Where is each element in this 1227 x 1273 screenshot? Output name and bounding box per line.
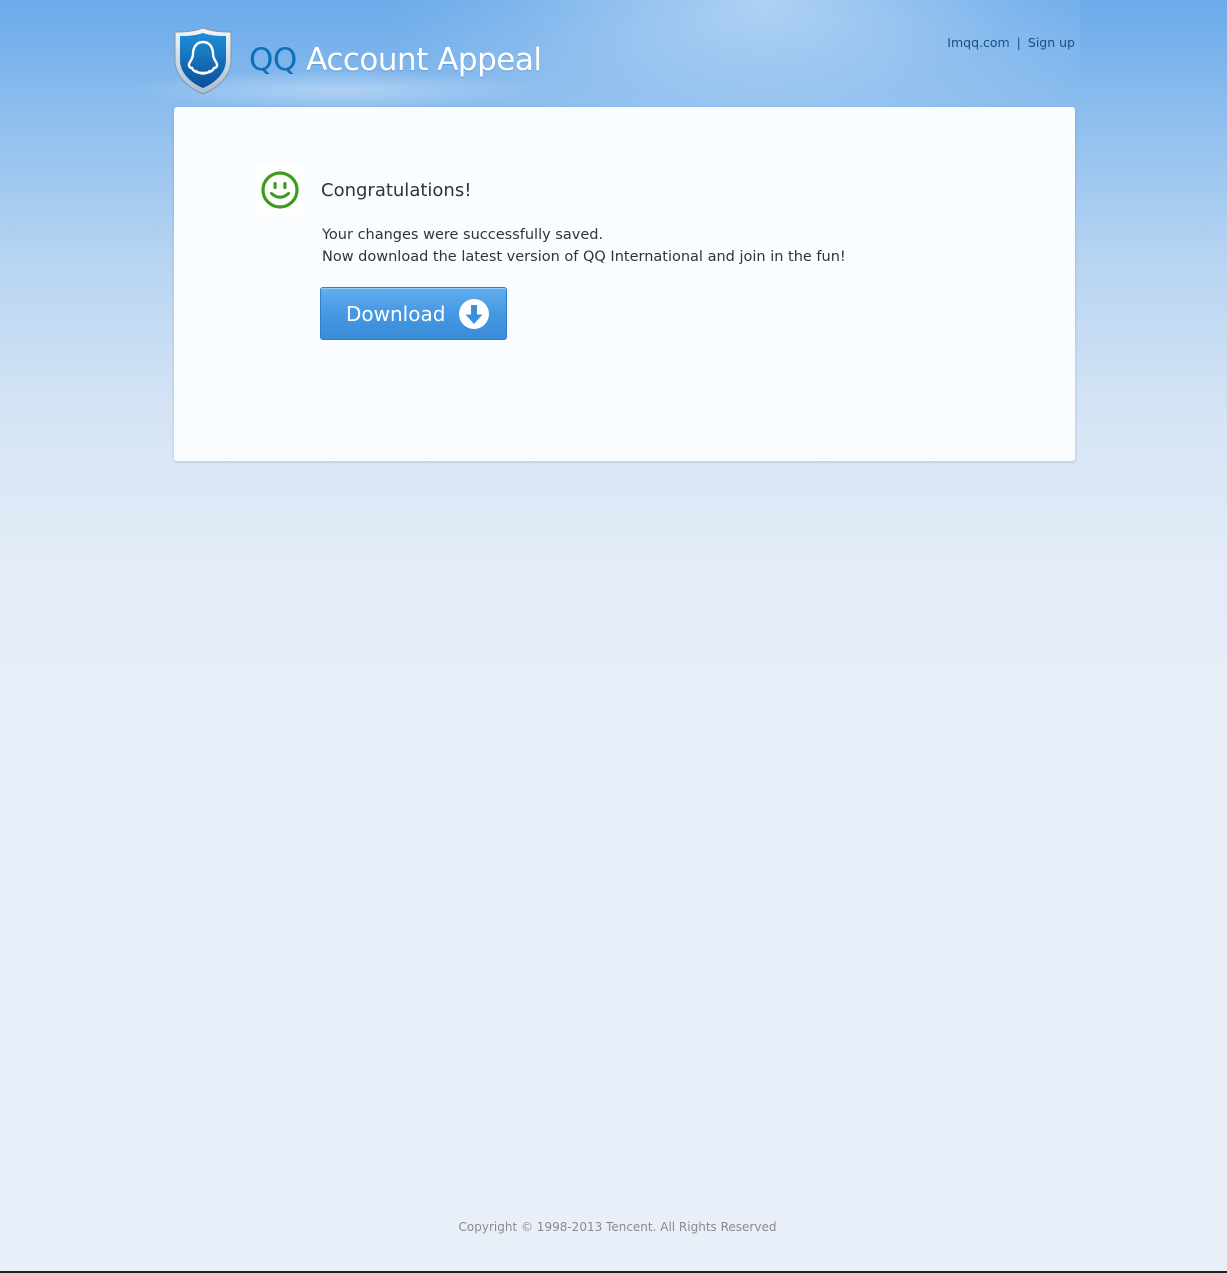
download-arrow-icon [458, 298, 490, 330]
download-button[interactable]: Download [320, 287, 507, 340]
success-title: Congratulations! [321, 180, 472, 201]
download-arrow-svg [459, 299, 489, 329]
brand-account-appeal: Account Appeal [306, 42, 542, 78]
top-links: Imqq.com | Sign up [947, 35, 1075, 50]
qq-penguin-shield-icon [172, 26, 234, 96]
brand-title: QQ Account Appeal [249, 38, 542, 82]
download-prompt: Now download the latest version of QQ In… [322, 249, 846, 265]
smiley-svg [261, 171, 299, 209]
shield-logo-svg [174, 27, 232, 95]
link-separator: | [1016, 35, 1021, 50]
success-card: Congratulations! Your changes were succe… [174, 107, 1075, 461]
brand-qq: QQ [249, 42, 297, 78]
sign-up-link[interactable]: Sign up [1028, 35, 1075, 50]
success-message: Your changes were successfully saved. [322, 227, 604, 243]
imqq-link[interactable]: Imqq.com [947, 35, 1009, 50]
copyright-text: Copyright © 1998-2013 Tencent. All Right… [458, 1220, 777, 1234]
download-button-label: Download [346, 301, 446, 326]
smiley-face-icon [255, 165, 305, 215]
